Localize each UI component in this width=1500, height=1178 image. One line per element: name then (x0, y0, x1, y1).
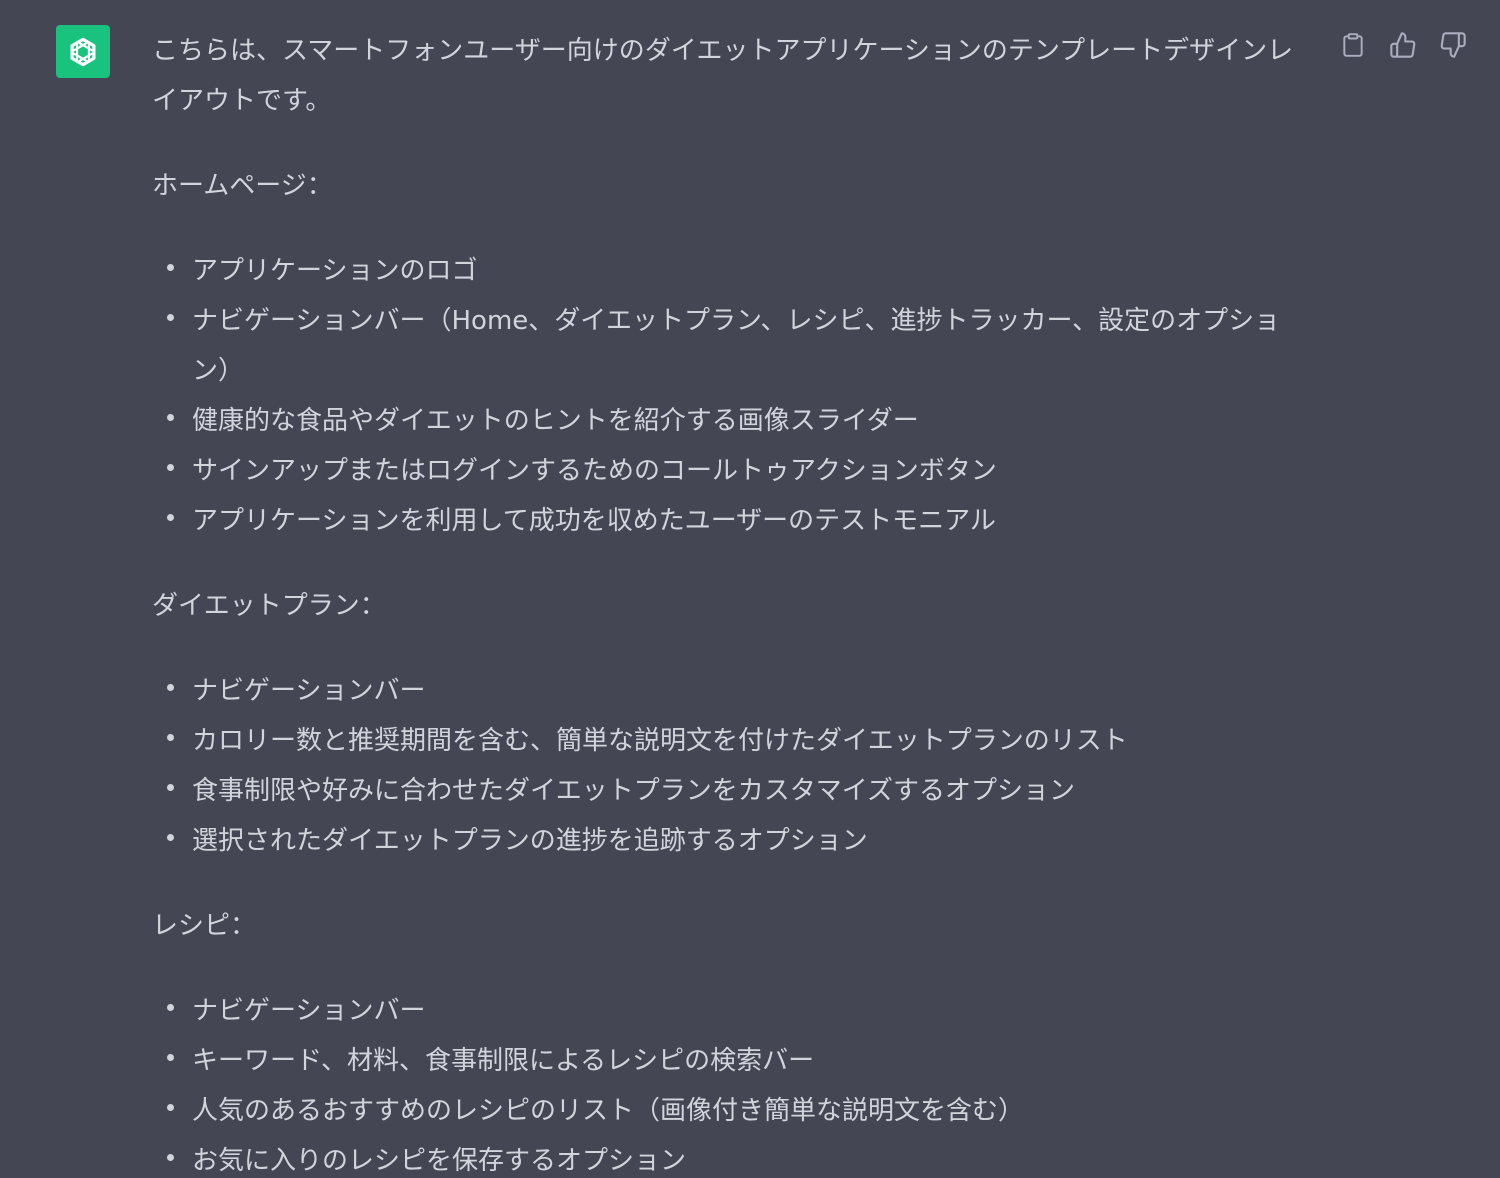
list-item: ナビゲーションバー（Home、ダイエットプラン、レシピ、進捗トラッカー、設定のオ… (167, 296, 1312, 396)
intro-paragraph: こちらは、スマートフォンユーザー向けのダイエットアプリケーションのテンプレートデ… (152, 36, 1294, 116)
copy-button[interactable] (1338, 30, 1368, 60)
list-item: お気に入りのレシピを保存するオプション (167, 1136, 1312, 1178)
section-title-home: ホームページ： (152, 171, 333, 201)
message-content: こちらは、スマートフォンユーザー向けのダイエットアプリケーションのテンプレートデ… (152, 26, 1312, 1178)
list-item: サインアップまたはログインするためのコールトゥアクションボタン (167, 446, 1312, 496)
home-feature-list: アプリケーションのロゴ ナビゲーションバー（Home、ダイエットプラン、レシピ、… (152, 246, 1312, 546)
like-button[interactable] (1388, 30, 1418, 60)
section-title-recipes: レシピ： (152, 911, 257, 941)
list-item: 人気のあるおすすめのレシピのリスト（画像付き簡単な説明文を含む） (167, 1086, 1312, 1136)
list-item: ナビゲーションバー (167, 666, 1312, 716)
thumbs-down-icon (1440, 32, 1466, 58)
list-item: キーワード、材料、食事制限によるレシピの検索バー (167, 1036, 1312, 1086)
list-item: アプリケーションのロゴ (167, 246, 1312, 296)
section-title-diet-plan: ダイエットプラン： (152, 591, 386, 621)
message-actions (1338, 30, 1468, 60)
list-item: 健康的な食品やダイエットのヒントを紹介する画像スライダー (167, 396, 1312, 446)
assistant-message: こちらは、スマートフォンユーザー向けのダイエットアプリケーションのテンプレートデ… (0, 0, 1500, 1178)
diet-plan-feature-list: ナビゲーションバー カロリー数と推奨期間を含む、簡単な説明文を付けたダイエットプ… (152, 666, 1312, 866)
dislike-button[interactable] (1438, 30, 1468, 60)
list-item: ナビゲーションバー (167, 986, 1312, 1036)
openai-logo-icon (56, 25, 110, 78)
recipes-feature-list: ナビゲーションバー キーワード、材料、食事制限によるレシピの検索バー 人気のある… (152, 986, 1312, 1178)
list-item: 食事制限や好みに合わせたダイエットプランをカスタマイズするオプション (167, 766, 1312, 816)
list-item: カロリー数と推奨期間を含む、簡単な説明文を付けたダイエットプランのリスト (167, 716, 1312, 766)
thumbs-up-icon (1390, 32, 1416, 58)
list-item: アプリケーションを利用して成功を収めたユーザーのテストモニアル (167, 496, 1312, 546)
clipboard-icon (1343, 33, 1363, 57)
list-item: 選択されたダイエットプランの進捗を追跡するオプション (167, 816, 1312, 866)
